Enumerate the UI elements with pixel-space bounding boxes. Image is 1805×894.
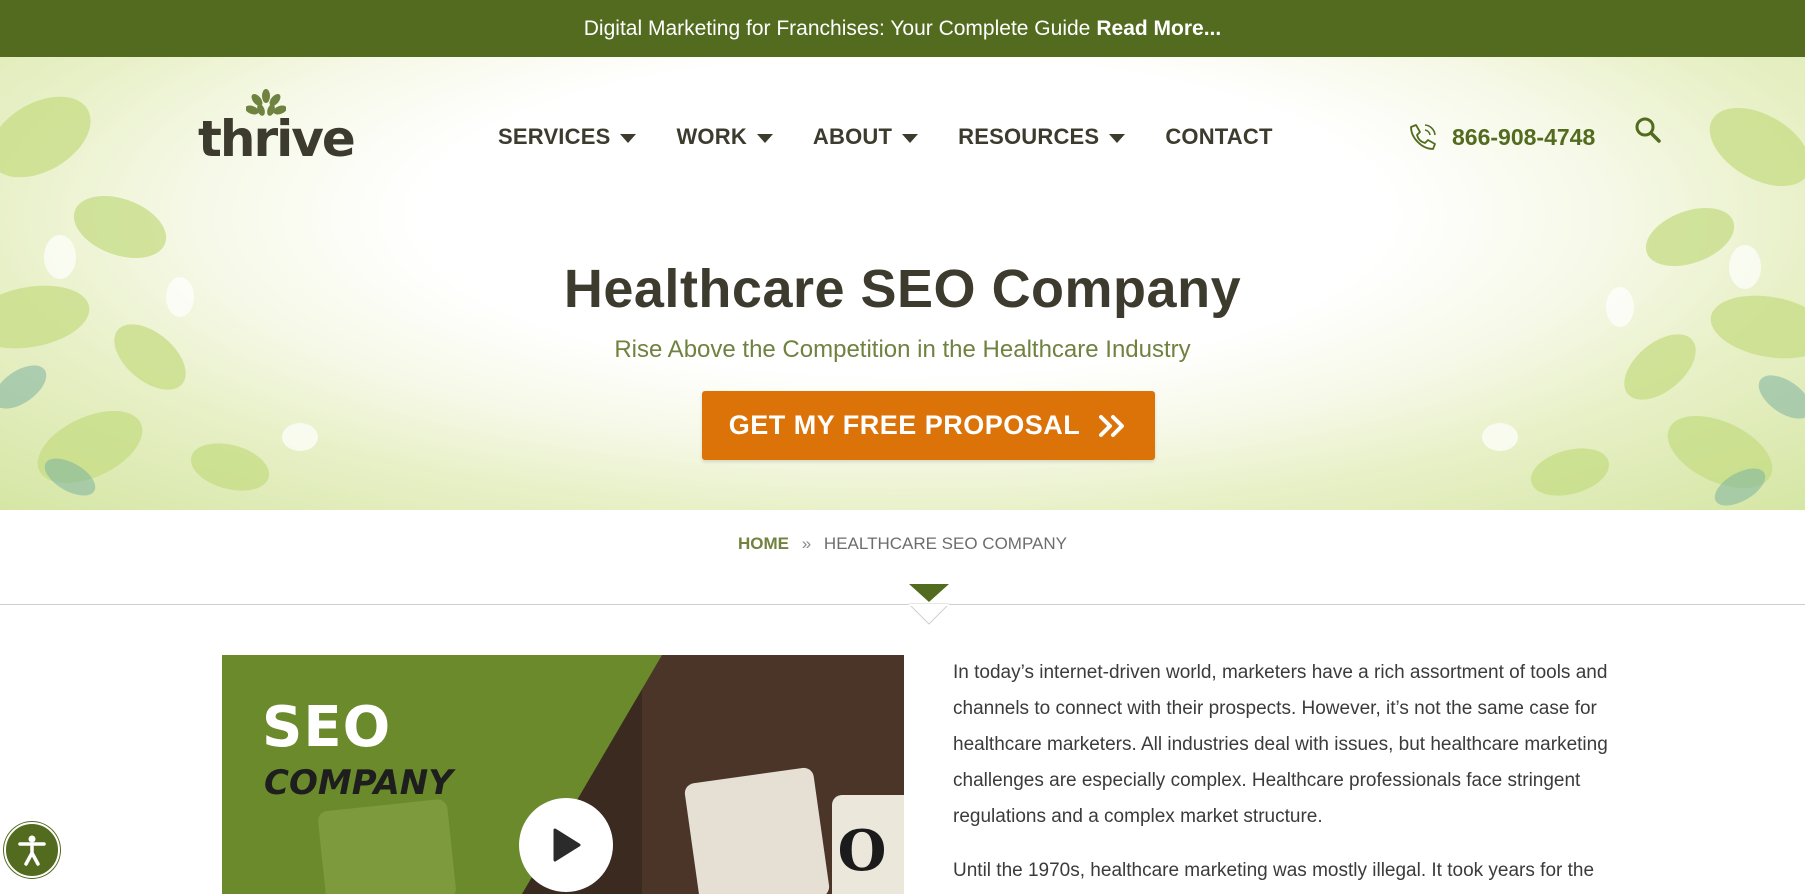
cta-label: GET MY FREE PROPOSAL [728, 410, 1081, 440]
breadcrumb-home-link[interactable]: HOME [738, 534, 789, 553]
divider-arrow-icon [909, 584, 949, 625]
intro-content: In today’s internet-driven world, market… [953, 655, 1653, 894]
svg-text:O: O [838, 818, 887, 884]
breadcrumb-separator: » [801, 534, 812, 553]
breadcrumb-current: HEALTHCARE SEO COMPANY [823, 534, 1068, 553]
paragraph: In today’s internet-driven world, market… [953, 662, 1608, 827]
nav-about-label: ABOUT [812, 124, 893, 149]
chevron-down-icon [620, 133, 637, 143]
seo-video-player[interactable]: O SEO COMPANY [222, 655, 904, 894]
nav-work-label: WORK [676, 124, 747, 149]
promo-text: Digital Marketing for Franchises: Your C… [583, 16, 1091, 40]
nav-services-label: SERVICES [498, 124, 611, 149]
nav-work[interactable]: WORK [676, 124, 773, 150]
nav-services[interactable]: SERVICES [498, 124, 637, 150]
nav-resources[interactable]: RESOURCES [958, 124, 1126, 150]
promo-read-more-link[interactable]: Read More... [1096, 17, 1221, 41]
video-title: SEO [262, 695, 392, 760]
page-title: Healthcare SEO Company [563, 259, 1242, 319]
section-divider [0, 604, 1805, 605]
phone-number: 866-908-4748 [1452, 123, 1596, 150]
phone-link[interactable]: 866-908-4748 [1408, 122, 1595, 152]
page-subtitle: Rise Above the Competition in the Health… [614, 336, 1191, 363]
search-icon[interactable] [1634, 116, 1662, 149]
chevron-down-icon [902, 133, 919, 143]
promo-bar: Digital Marketing for Franchises: Your C… [0, 0, 1805, 57]
nav-resources-label: RESOURCES [958, 124, 1100, 149]
phone-icon [1410, 124, 1436, 150]
accessibility-icon[interactable] [4, 822, 60, 878]
free-proposal-button[interactable]: GET MY FREE PROPOSAL [702, 391, 1155, 460]
logo-wordmark: thrive [198, 110, 356, 168]
nav-about[interactable]: ABOUT [812, 124, 919, 150]
play-icon[interactable] [519, 798, 613, 892]
main-nav: SERVICES WORK ABOUT RESOURCES CONTACT [498, 124, 1273, 150]
chevron-down-icon [756, 133, 773, 143]
breadcrumb: HOME » HEALTHCARE SEO COMPANY [0, 534, 1805, 554]
double-chevron-right-icon [1099, 414, 1125, 437]
nav-contact[interactable]: CONTACT [1165, 124, 1272, 150]
chevron-down-icon [1109, 133, 1126, 143]
nav-contact-label: CONTACT [1165, 124, 1273, 149]
paragraph: Until the 1970s, healthcare marketing wa… [953, 860, 1595, 881]
thrive-logo[interactable]: thrive [198, 88, 356, 168]
video-subtitle: COMPANY [264, 763, 453, 803]
